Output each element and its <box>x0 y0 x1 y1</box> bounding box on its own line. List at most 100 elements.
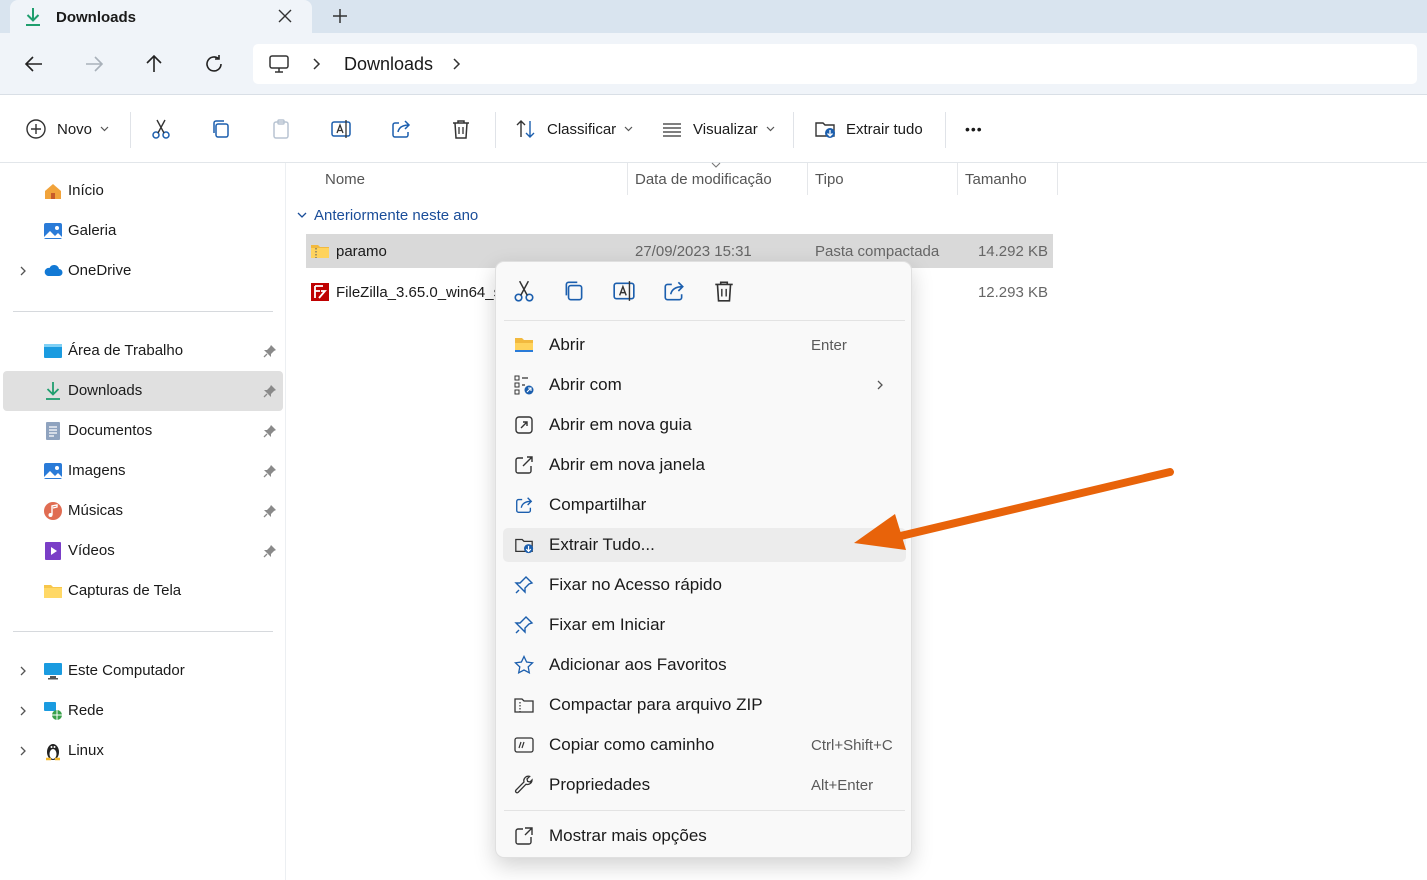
scissors-icon[interactable] <box>512 279 536 303</box>
view-label: Visualizar <box>693 120 758 138</box>
column-header-size[interactable]: Tamanho <box>965 163 1027 195</box>
computer-icon[interactable] <box>268 53 290 75</box>
sidebar-item-onedrive[interactable]: OneDrive <box>3 251 283 291</box>
share-icon <box>514 495 534 515</box>
sidebar-item-musicas[interactable]: Músicas <box>3 491 283 531</box>
share-button[interactable] <box>390 116 412 142</box>
breadcrumb-downloads[interactable]: Downloads <box>344 54 433 75</box>
view-button[interactable]: Visualizar <box>661 116 775 142</box>
menu-item-compactar-zip[interactable]: Compactar para arquivo ZIP <box>503 688 906 722</box>
sidebar-item-downloads[interactable]: Downloads <box>3 371 283 411</box>
title-bar: Downloads <box>0 0 1427 34</box>
column-header-type[interactable]: Tipo <box>815 163 844 195</box>
zip-icon <box>514 695 534 715</box>
rename-button[interactable] <box>330 116 352 142</box>
sidebar-item-este-computador[interactable]: Este Computador <box>3 651 283 691</box>
trash-icon <box>450 118 472 140</box>
wrench-icon <box>514 775 534 795</box>
sidebar-item-label: Rede <box>68 702 104 719</box>
more-options-button[interactable]: ••• <box>965 116 983 142</box>
back-arrow-icon[interactable] <box>23 53 45 75</box>
rename-icon <box>330 118 352 140</box>
column-divider[interactable] <box>807 163 808 195</box>
column-header-date[interactable]: Data de modificação <box>635 163 772 195</box>
column-divider[interactable] <box>627 163 628 195</box>
copy-path-icon <box>514 735 534 755</box>
sidebar-item-imagens[interactable]: Imagens <box>3 451 283 491</box>
plus-circle-icon <box>25 118 47 140</box>
sort-label: Classificar <box>547 120 617 138</box>
pin-icon[interactable] <box>263 544 277 558</box>
menu-item-adicionar-favoritos[interactable]: Adicionar aos Favoritos <box>503 648 906 682</box>
desktop-icon <box>43 341 63 361</box>
sidebar-item-documentos[interactable]: Documentos <box>3 411 283 451</box>
menu-item-abrir-nova-guia[interactable]: Abrir em nova guia <box>503 408 906 442</box>
trash-icon[interactable] <box>712 279 736 303</box>
column-divider[interactable] <box>957 163 958 195</box>
tab-downloads[interactable]: Downloads <box>10 0 312 34</box>
menu-item-abrir-com[interactable]: Abrir com <box>503 368 906 402</box>
new-button-label: Novo <box>57 120 93 138</box>
sidebar-item-videos[interactable]: Vídeos <box>3 531 283 571</box>
chevron-right-icon[interactable] <box>17 705 29 717</box>
menu-item-fixar-acesso-rapido[interactable]: Fixar no Acesso rápido <box>503 568 906 602</box>
copy-icon[interactable] <box>562 279 586 303</box>
chevron-down-icon <box>100 126 109 132</box>
new-button[interactable]: Novo <box>25 116 109 142</box>
pin-icon[interactable] <box>263 344 277 358</box>
close-tab-icon[interactable] <box>276 7 294 25</box>
menu-item-label: Fixar em Iniciar <box>549 615 666 634</box>
context-quick-actions <box>496 262 911 320</box>
sidebar-item-galeria[interactable]: Galeria <box>3 211 283 251</box>
copy-button[interactable] <box>210 116 232 142</box>
pin-icon[interactable] <box>263 504 277 518</box>
chevron-right-icon[interactable] <box>17 745 29 757</box>
chevron-right-icon[interactable] <box>17 665 29 677</box>
menu-divider <box>504 320 905 321</box>
refresh-icon[interactable] <box>203 53 225 75</box>
menu-item-propriedades[interactable]: Propriedades Alt+Enter <box>503 768 906 802</box>
new-tab-icon[interactable] <box>330 6 350 26</box>
pictures-icon <box>43 461 63 481</box>
breadcrumb-chevron-icon[interactable] <box>451 58 461 70</box>
sidebar-item-label: Galeria <box>68 222 117 239</box>
pin-icon[interactable] <box>263 424 277 438</box>
sidebar-item-inicio[interactable]: Início <box>3 171 283 211</box>
file-name: paramo <box>336 243 387 260</box>
chevron-right-icon <box>874 379 886 391</box>
column-header-name[interactable]: Nome <box>325 163 365 195</box>
group-header[interactable]: Anteriormente neste ano <box>297 207 478 224</box>
column-divider[interactable] <box>1057 163 1058 195</box>
up-arrow-icon[interactable] <box>143 53 165 75</box>
sort-button[interactable]: Classificar <box>515 116 633 142</box>
new-window-icon <box>514 455 534 475</box>
forward-arrow-icon[interactable] <box>83 53 105 75</box>
cut-button[interactable] <box>150 116 172 142</box>
menu-item-label: Propriedades <box>549 775 651 794</box>
pin-icon[interactable] <box>263 384 277 398</box>
address-bar[interactable]: Downloads <box>253 44 1417 84</box>
pin-icon[interactable] <box>263 464 277 478</box>
menu-item-fixar-iniciar[interactable]: Fixar em Iniciar <box>503 608 906 642</box>
sidebar-item-label: Linux <box>68 742 104 759</box>
breadcrumb-chevron-icon[interactable] <box>311 58 321 70</box>
network-icon <box>43 701 63 721</box>
menu-item-mostrar-mais-opcoes[interactable]: Mostrar mais opções <box>503 819 906 853</box>
menu-item-abrir[interactable]: Abrir Enter <box>503 328 906 362</box>
sidebar-item-area-de-trabalho[interactable]: Área de Trabalho <box>3 331 283 371</box>
share-icon[interactable] <box>662 279 686 303</box>
delete-button[interactable] <box>450 116 472 142</box>
menu-item-copiar-caminho[interactable]: Copiar como caminho Ctrl+Shift+C <box>503 728 906 762</box>
paste-button[interactable] <box>270 116 292 142</box>
chevron-right-icon[interactable] <box>17 265 29 277</box>
rename-icon[interactable] <box>612 279 636 303</box>
file-size: 12.293 KB <box>977 284 1048 301</box>
toolbar-divider <box>945 112 946 148</box>
extract-all-button[interactable]: Extrair tudo <box>814 116 923 142</box>
sidebar-item-rede[interactable]: Rede <box>3 691 283 731</box>
computer-icon <box>43 661 63 681</box>
sidebar-item-linux[interactable]: Linux <box>3 731 283 771</box>
open-with-icon <box>514 375 534 395</box>
file-name: FileZilla_3.65.0_win64_sp <box>336 284 510 301</box>
sidebar-item-capturas-de-tela[interactable]: Capturas de Tela <box>3 571 283 611</box>
